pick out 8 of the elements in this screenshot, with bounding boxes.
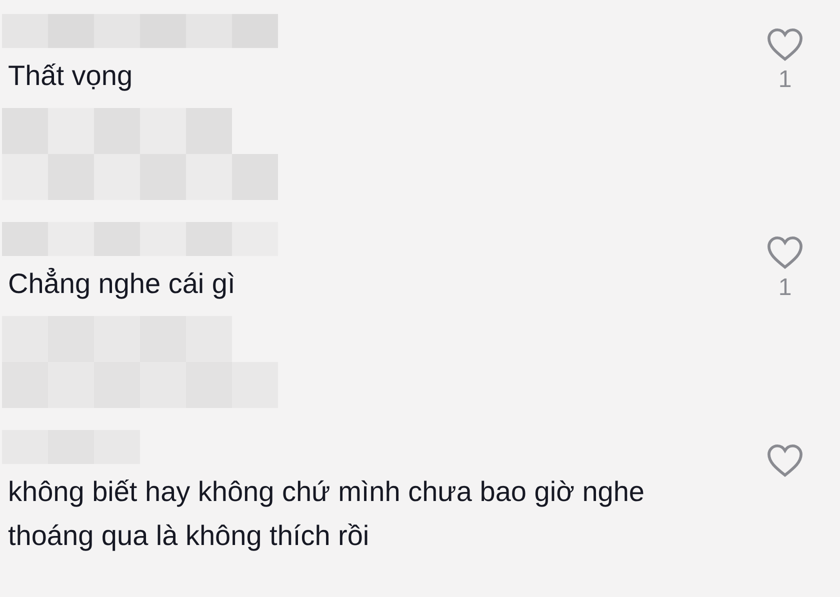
heart-icon[interactable] <box>766 236 804 270</box>
comment-text: Thất vọng <box>7 59 134 93</box>
heart-icon[interactable] <box>766 444 804 478</box>
like-count: 1 <box>778 66 792 94</box>
comment-text: Chẳng nghe cái gì <box>7 266 236 301</box>
like-count: 1 <box>778 274 792 302</box>
heart-icon[interactable] <box>766 28 804 62</box>
comment-text: không biết hay không chứ mình chưa bao giờ nghe thoáng qua là không thích rồi <box>7 475 646 553</box>
